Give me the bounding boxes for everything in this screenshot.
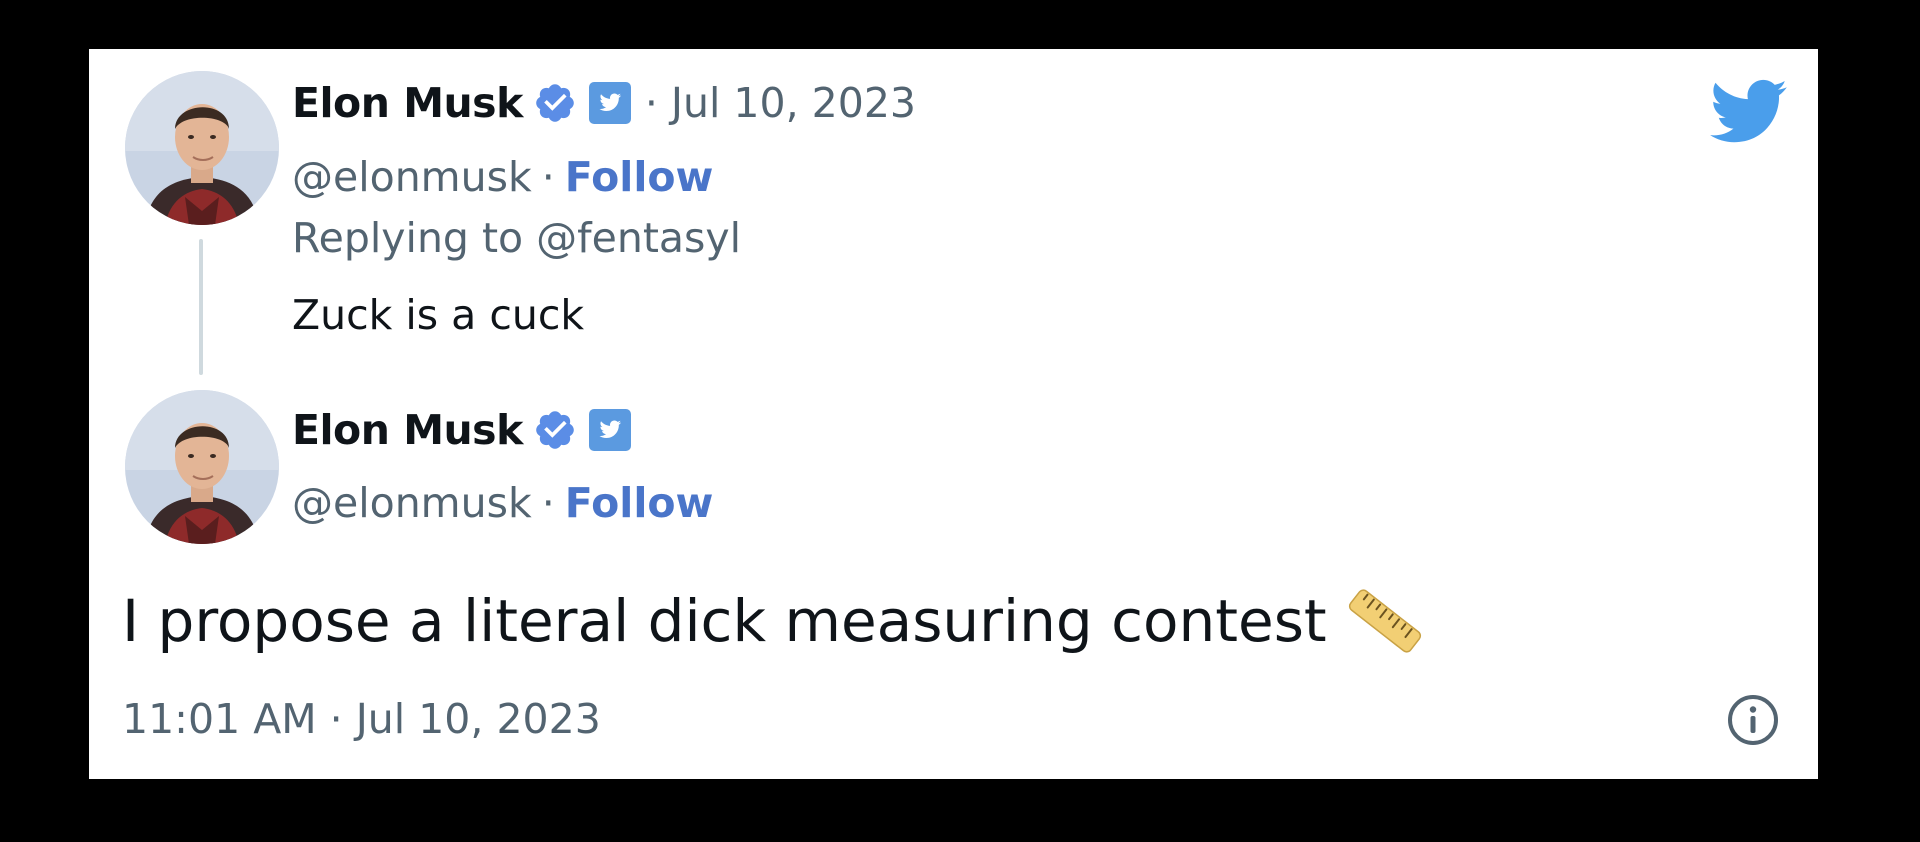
follow-button[interactable]: Follow — [565, 479, 714, 527]
verified-badge-icon — [533, 81, 577, 125]
info-icon[interactable] — [1725, 692, 1781, 752]
main-tweet-header: Elon Musk — [292, 402, 633, 458]
main-tweet-handle-row: @elonmusk · Follow — [292, 477, 713, 529]
avatar[interactable] — [125, 390, 279, 544]
tweet-date-link[interactable]: · Jul 10, 2023 — [645, 79, 916, 127]
tweet-embed-card: Elon Musk · Jul 10, 2023 @elonmusk · Fol… — [89, 49, 1818, 779]
separator-dot: · — [541, 153, 555, 201]
author-name[interactable]: Elon Musk — [292, 79, 523, 127]
parent-tweet-handle-row: @elonmusk · Follow — [292, 151, 713, 203]
author-name[interactable]: Elon Musk — [292, 406, 523, 454]
parent-tweet-text: Zuck is a cuck — [292, 291, 585, 339]
straight-ruler-emoji — [1345, 581, 1425, 661]
avatar-image — [125, 71, 279, 225]
thread-connector-line — [199, 239, 203, 375]
avatar-image — [125, 390, 279, 544]
separator-dot: · — [541, 479, 555, 527]
twitter-square-icon — [587, 407, 633, 453]
twitter-bird-icon[interactable] — [1710, 79, 1788, 149]
replying-to-label[interactable]: Replying to @fentasyl — [292, 214, 741, 262]
verified-badge-icon — [533, 408, 577, 452]
author-handle[interactable]: @elonmusk — [292, 153, 532, 201]
author-handle[interactable]: @elonmusk — [292, 479, 532, 527]
avatar[interactable] — [125, 71, 279, 225]
parent-tweet-header: Elon Musk · Jul 10, 2023 — [292, 75, 916, 131]
main-tweet-text-row: I propose a literal dick measuring conte… — [122, 581, 1425, 661]
tweet-timestamp-link[interactable]: 11:01 AM · Jul 10, 2023 — [122, 695, 601, 743]
twitter-square-icon — [587, 80, 633, 126]
main-tweet-text: I propose a literal dick measuring conte… — [122, 587, 1327, 655]
follow-button[interactable]: Follow — [565, 153, 714, 201]
